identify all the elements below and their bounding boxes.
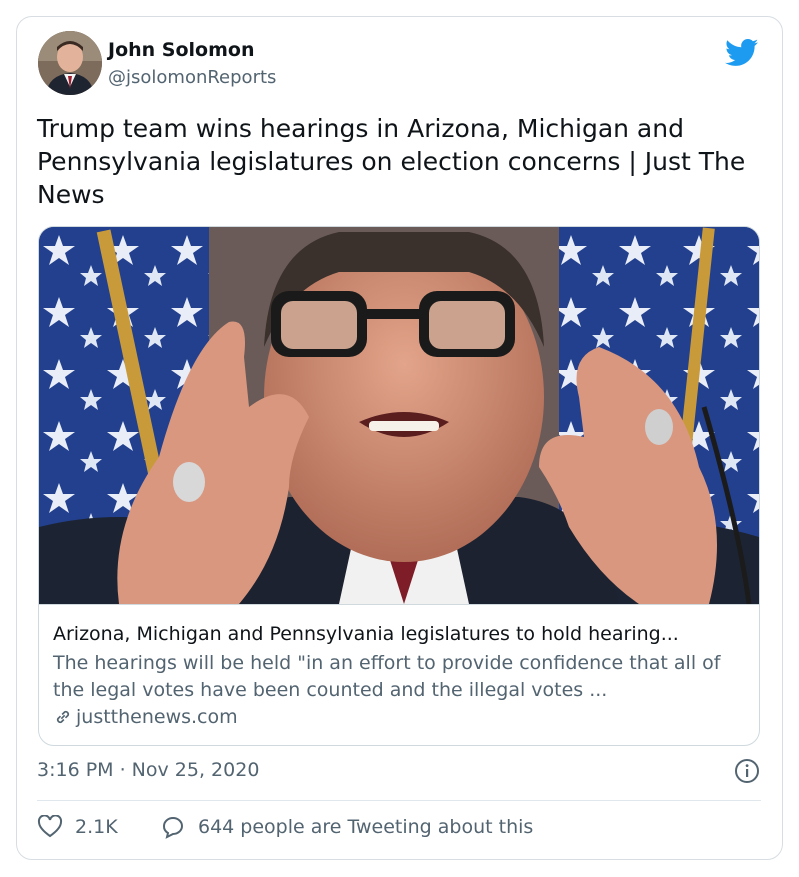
tweet-timestamp[interactable]: 3:16 PM · Nov 25, 2020: [37, 759, 259, 781]
link-domain[interactable]: justthenews.com: [53, 706, 238, 728]
tweeting-about-button[interactable]: 644 people are Tweeting about this: [160, 815, 533, 839]
info-icon[interactable]: [734, 758, 760, 784]
link-preview-meta[interactable]: Arizona, Michigan and Pennsylvania legis…: [39, 604, 759, 745]
tweet-embed-card: John Solomon @jsolomonReports Trump team…: [16, 16, 783, 860]
heart-icon: [37, 815, 63, 838]
author-name[interactable]: John Solomon: [108, 39, 254, 61]
tweeting-about-text: 644 people are Tweeting about this: [198, 816, 534, 838]
avatar-photo: [38, 31, 102, 95]
link-title[interactable]: Arizona, Michigan and Pennsylvania legis…: [53, 623, 753, 645]
divider: [37, 800, 761, 801]
twitter-bird-icon[interactable]: [725, 39, 759, 67]
like-button[interactable]: 2.1K: [37, 815, 118, 839]
link-preview-image: [39, 227, 759, 604]
tweet-text: Trump team wins hearings in Arizona, Mic…: [37, 114, 746, 209]
author-handle[interactable]: @jsolomonReports: [108, 67, 276, 88]
speech-bubble-icon: [163, 817, 183, 839]
link-domain-text: justthenews.com: [76, 706, 238, 728]
avatar[interactable]: [38, 31, 102, 95]
link-description: The hearings will be held "in an effort …: [53, 652, 721, 701]
link-preview-card[interactable]: Arizona, Michigan and Pennsylvania legis…: [38, 226, 760, 746]
like-count: 2.1K: [75, 816, 118, 838]
link-icon: [56, 710, 70, 724]
